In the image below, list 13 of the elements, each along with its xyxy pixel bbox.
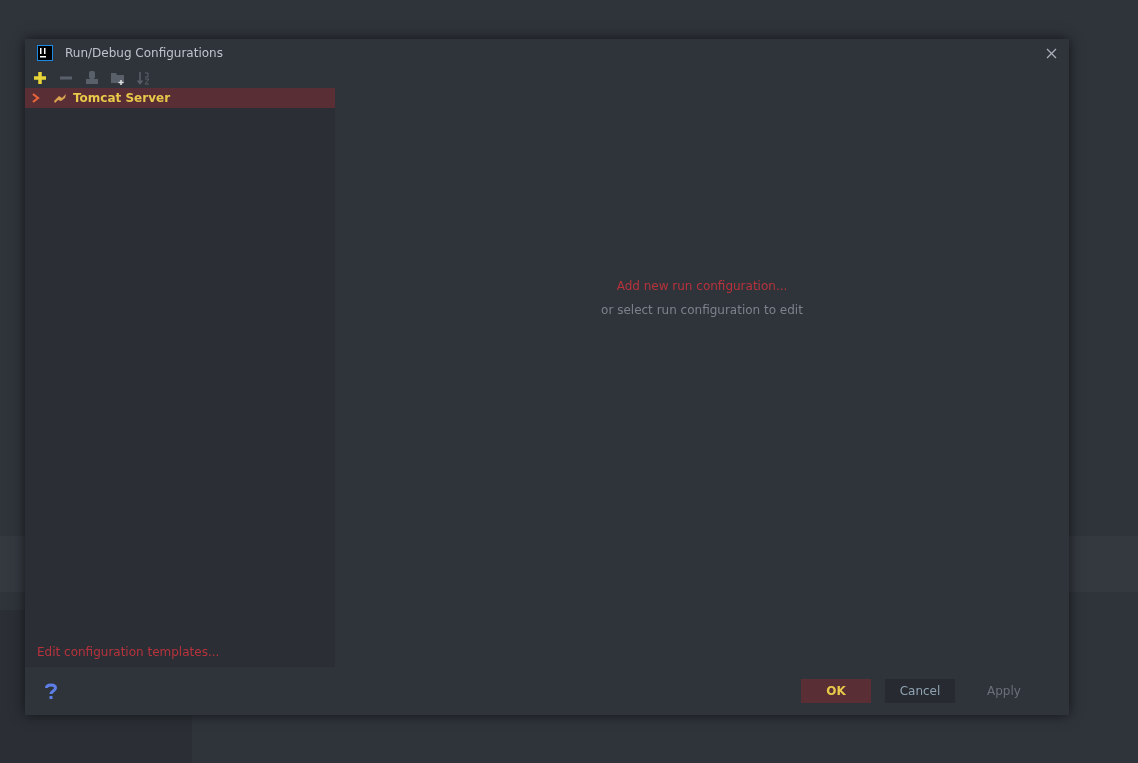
plus-icon [33, 70, 47, 85]
close-icon[interactable] [1046, 47, 1057, 59]
help-icon[interactable] [43, 682, 59, 700]
empty-state-hint: or select run configuration to edit [601, 302, 803, 319]
app-logo-icon [37, 45, 53, 61]
stamp-icon [85, 70, 99, 85]
tree-item[interactable]: Tomcat Server [25, 88, 335, 108]
dialog-button[interactable]: Cancel [885, 679, 955, 703]
dialog-button[interactable]: OK [801, 679, 871, 703]
window-title: Run/Debug Configurations [65, 45, 223, 62]
sort-icon [137, 70, 151, 85]
folder-plus-icon [111, 70, 125, 85]
chevron-icon[interactable] [31, 93, 41, 103]
